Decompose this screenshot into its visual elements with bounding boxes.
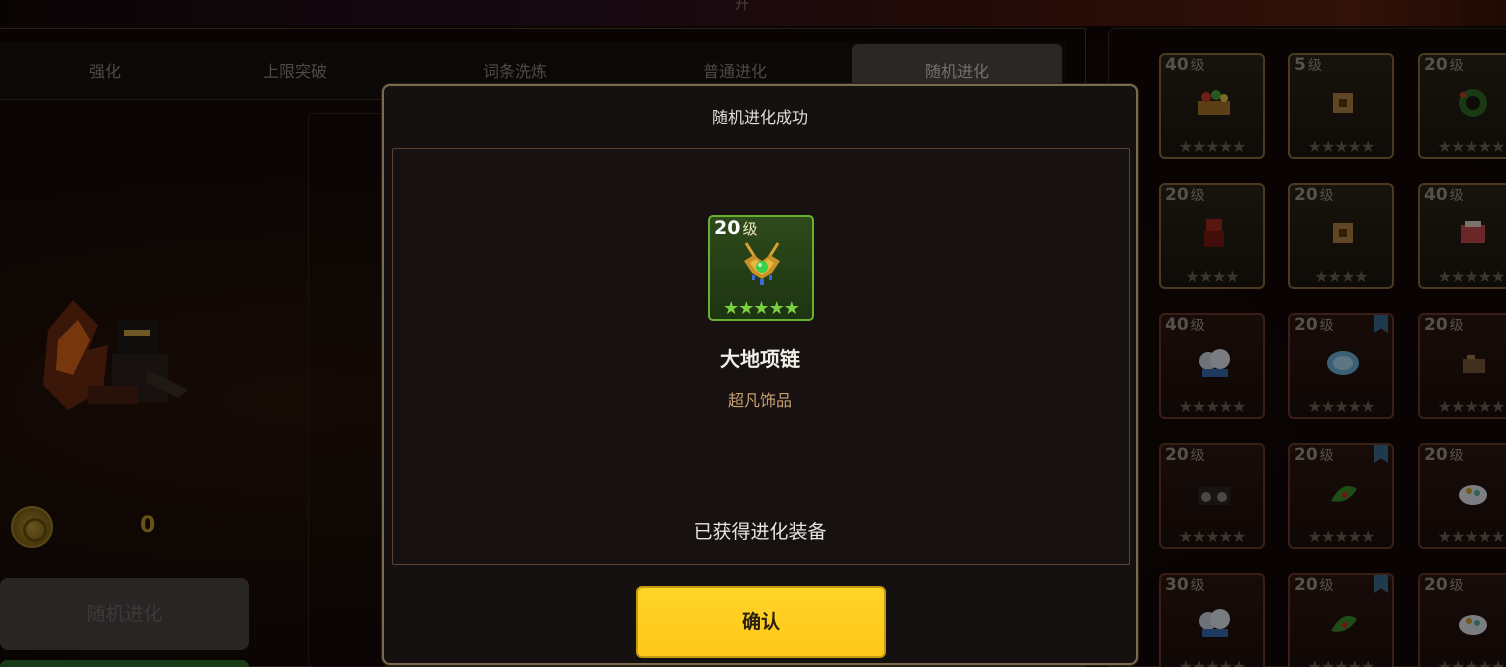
reward-item-rarity: 超凡饰品 [727,391,792,410]
confirm-button[interactable]: 确认 [636,586,886,658]
reward-stars: ★★★★★ [723,298,800,319]
evolve-result-dialog: 随机进化成功 20 级 ★★★★★ 大地项链 超凡饰品 已获得进化装备 确认 [382,84,1138,665]
reward-item-name: 大地项链 [720,347,800,371]
obtained-message: 已获得进化装备 [693,521,827,543]
reward-level: 20 级 [714,217,758,239]
necklace-icon [744,242,780,285]
reward-item-card[interactable]: 20 级 ★★★★★ [708,215,814,321]
dialog-title: 随机进化成功 [711,108,808,127]
